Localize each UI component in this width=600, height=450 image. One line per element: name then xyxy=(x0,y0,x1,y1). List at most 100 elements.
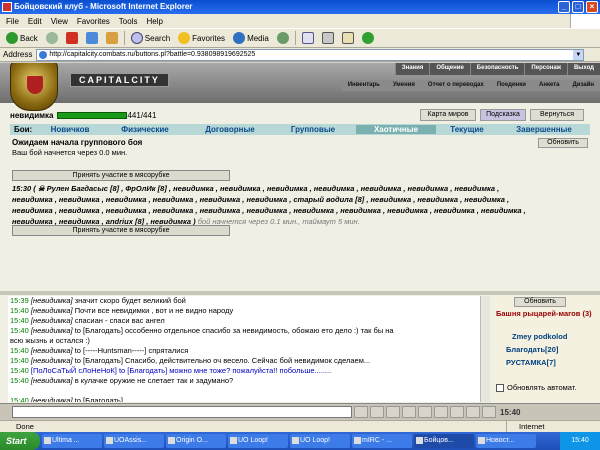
join-battle-button-2[interactable]: Принять участие в мясорубке xyxy=(12,225,230,236)
chat-time[interactable]: 15:40 xyxy=(10,326,29,335)
close-button[interactable]: × xyxy=(586,1,598,13)
chat-time[interactable]: 15:40 xyxy=(10,396,29,402)
refresh-button[interactable] xyxy=(84,30,100,46)
chat-nick[interactable]: [невидимка] xyxy=(31,296,73,305)
tab-physical[interactable]: Физические xyxy=(100,125,190,134)
clear-icon[interactable] xyxy=(370,406,384,418)
chat-time[interactable]: 15:40 xyxy=(10,346,29,355)
menu-view[interactable]: View xyxy=(51,17,68,26)
taskbar-button[interactable]: mIRC - ... xyxy=(352,434,412,448)
messenger-button[interactable] xyxy=(360,30,376,46)
world-map-button[interactable]: Карта миров xyxy=(420,109,476,121)
history-button[interactable] xyxy=(275,30,291,46)
settings-icon[interactable] xyxy=(418,406,432,418)
translit-icon[interactable] xyxy=(450,406,464,418)
tab-current[interactable]: Текущие xyxy=(436,125,498,134)
taskbar-button[interactable]: Origin O... xyxy=(166,434,226,448)
back-button[interactable]: Back xyxy=(4,30,40,46)
nav-duels[interactable]: Поединки xyxy=(489,80,532,91)
frame-divider[interactable] xyxy=(0,291,600,295)
address-input[interactable]: http://capitalcity.combats.ru/buttons.pl… xyxy=(36,48,585,61)
club-crest-logo xyxy=(10,63,58,111)
chat-nick[interactable]: [невидимка] xyxy=(31,356,73,365)
return-button[interactable]: Вернуться xyxy=(530,109,584,121)
online-member[interactable]: Zmey podkolod xyxy=(512,332,567,341)
nav-inventory[interactable]: Инвентарь xyxy=(340,80,386,91)
tab-chaotic[interactable]: Хаотичные xyxy=(356,125,436,134)
print-button[interactable] xyxy=(320,30,336,46)
start-button[interactable]: Start xyxy=(0,432,40,450)
send-icon[interactable] xyxy=(354,406,368,418)
chat-time[interactable]: 15:39 xyxy=(10,296,29,305)
chat-nick[interactable]: [ПоЛоСаТыЙ сЛоНеНоК] xyxy=(31,366,117,375)
tab-beginners[interactable]: Новичков xyxy=(40,125,100,134)
nav-security[interactable]: Безопасность xyxy=(469,63,525,75)
filter-icon[interactable] xyxy=(402,406,416,418)
maximize-button[interactable]: □ xyxy=(572,1,584,13)
nav-communication[interactable]: Общение xyxy=(429,63,470,75)
favorites-button[interactable]: Favorites xyxy=(176,30,227,46)
messages-icon[interactable] xyxy=(482,406,496,418)
chat-text: спасиан - спаси вас ангел xyxy=(74,316,165,325)
online-member[interactable]: Благодать[20] xyxy=(506,345,558,354)
chat-nick[interactable]: [невидимка] xyxy=(31,396,73,402)
player-name: невидимка xyxy=(10,110,54,120)
search-button[interactable]: Search xyxy=(129,30,172,46)
mail-button[interactable] xyxy=(300,30,316,46)
sound-icon[interactable] xyxy=(434,406,448,418)
menu-favorites[interactable]: Favorites xyxy=(77,17,110,26)
nav-transfers[interactable]: Отчет о переводах xyxy=(420,80,490,91)
tab-contract[interactable]: Договорные xyxy=(190,125,270,134)
chat-time[interactable]: 15:40 xyxy=(10,356,29,365)
nav-character[interactable]: Персонаж xyxy=(524,63,567,75)
chat-time[interactable]: 15:40 xyxy=(10,376,29,385)
chat-input[interactable] xyxy=(12,406,352,418)
taskbar-button[interactable]: UO Loop! xyxy=(290,434,350,448)
nav-design[interactable]: Дизайн xyxy=(565,80,600,91)
home-button[interactable] xyxy=(104,30,120,46)
stop-button[interactable] xyxy=(64,30,80,46)
refresh-battles-button[interactable]: Обновить xyxy=(538,138,588,148)
chat-scrollbar[interactable] xyxy=(480,296,490,402)
chat-text: всю жызнь и остался :) xyxy=(10,336,90,345)
battle-line: невидимка , невидимка , невидимка , неви… xyxy=(12,195,510,204)
media-button[interactable]: Media xyxy=(231,30,271,46)
menu-file[interactable]: File xyxy=(6,17,19,26)
chat-nick[interactable]: [невидимка] xyxy=(31,316,73,325)
nav-profile[interactable]: Анкета xyxy=(531,80,566,91)
edit-button[interactable] xyxy=(340,30,356,46)
page-icon xyxy=(39,50,48,59)
chevron-down-icon[interactable]: ▼ xyxy=(573,49,584,60)
back-label: Back xyxy=(20,33,38,43)
menu-help[interactable]: Help xyxy=(146,17,162,26)
join-battle-button[interactable]: Принять участие в мясорубке xyxy=(12,170,230,181)
menu-tools[interactable]: Tools xyxy=(119,17,138,26)
chat-nick[interactable]: [невидимка] xyxy=(31,306,73,315)
nav-skills[interactable]: Умения xyxy=(385,80,421,91)
chat-nick[interactable]: [невидимка] xyxy=(31,326,73,335)
taskbar-button[interactable]: Новост... xyxy=(476,434,536,448)
taskbar-button[interactable]: UOAssis... xyxy=(104,434,164,448)
chat-time[interactable]: 15:40 xyxy=(10,316,29,325)
chat-nick[interactable]: [невидимка] xyxy=(31,376,73,385)
menu-edit[interactable]: Edit xyxy=(28,17,42,26)
auto-refresh-toggle[interactable]: Обновлять автомат. xyxy=(496,383,576,392)
online-member[interactable]: РУСТАМКА[7] xyxy=(506,358,556,367)
chat-time[interactable]: 15:40 xyxy=(10,366,29,375)
nav-exit[interactable]: Выход xyxy=(566,63,600,75)
refresh-online-button[interactable]: Обновить xyxy=(514,297,566,307)
taskbar-button[interactable]: Ultima ... xyxy=(42,434,102,448)
auto-refresh-checkbox[interactable] xyxy=(496,383,504,392)
taskbar-button[interactable]: Бойцов... xyxy=(414,434,474,448)
taskbar-button[interactable]: UO Loop! xyxy=(228,434,288,448)
forward-button[interactable] xyxy=(44,30,60,46)
nav-knowledge[interactable]: Знания xyxy=(394,63,430,75)
hint-button[interactable]: Подсказка xyxy=(480,109,526,121)
tab-finished[interactable]: Завершенные xyxy=(498,125,590,134)
transfer-icon[interactable] xyxy=(466,406,480,418)
smiley-icon[interactable] xyxy=(386,406,400,418)
minimize-button[interactable]: _ xyxy=(558,1,570,13)
tab-group[interactable]: Групповые xyxy=(270,125,356,134)
chat-time[interactable]: 15:40 xyxy=(10,306,29,315)
chat-nick[interactable]: [невидимка] xyxy=(31,346,73,355)
